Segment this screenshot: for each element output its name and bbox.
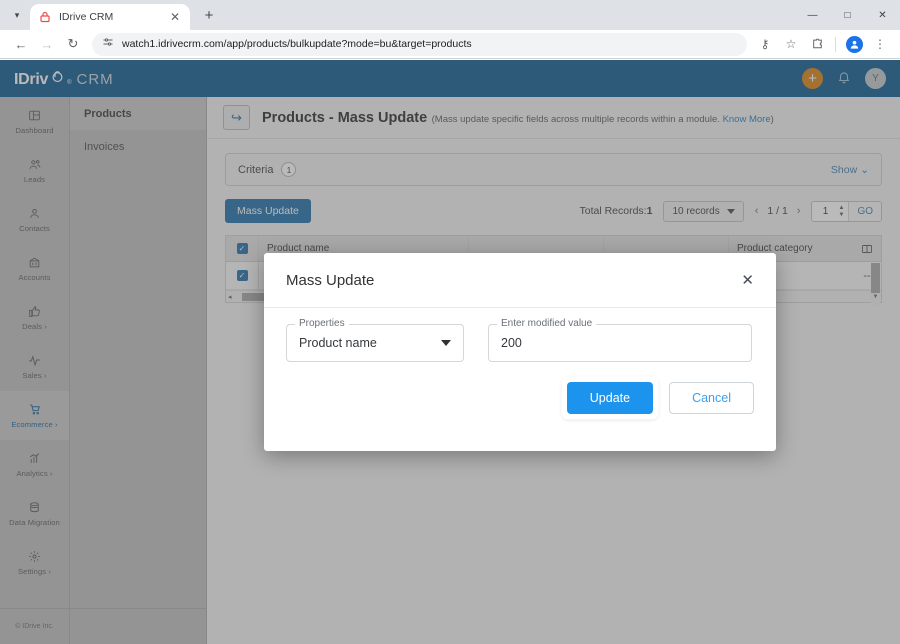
mass-update-dialog: Mass Update ✕ Properties Product name En… [264,253,776,451]
browser-back-icon[interactable]: ← [8,32,34,56]
tab-list-chevron-down-icon[interactable]: ▾ [4,2,30,28]
caret-down-icon [441,340,451,346]
dialog-header: Mass Update ✕ [264,253,776,308]
window-controls: — □ ✕ [795,0,900,30]
properties-select[interactable]: Product name [286,324,464,362]
dialog-body: Properties Product name Enter modified v… [264,308,776,362]
omnibox[interactable]: watch1.idrivecrm.com/app/products/bulkup… [92,33,747,56]
new-tab-plus-icon[interactable]: + [196,2,222,28]
window-minimize-button[interactable]: — [795,0,830,30]
close-icon[interactable]: ✕ [741,273,754,288]
browser-tab[interactable]: IDrive CRM ✕ [30,4,190,30]
tab-close-icon[interactable]: ✕ [168,11,182,23]
key-icon[interactable]: ⚷ [753,32,777,56]
properties-legend: Properties [295,318,349,329]
kebab-menu-icon[interactable]: ⋮ [868,32,892,56]
site-settings-tune-icon[interactable] [102,35,114,53]
browser-reload-icon[interactable]: ↻ [60,32,86,56]
properties-field: Properties Product name [286,324,464,362]
browser-forward-icon[interactable]: → [34,32,60,56]
window-maximize-button[interactable]: □ [830,0,865,30]
modified-value-field: Enter modified value 200 [488,324,752,362]
star-icon[interactable]: ☆ [779,32,803,56]
profile-avatar-icon[interactable] [842,32,866,56]
puzzle-icon[interactable] [805,32,829,56]
modified-value-text: 200 [501,336,522,350]
dialog-actions: Update Cancel [264,362,776,418]
update-button-focus-ring: Update [563,378,657,418]
window-close-button[interactable]: ✕ [865,0,900,30]
crm-application: IDriv ® CRM + Y [0,60,900,644]
update-button[interactable]: Update [567,382,653,414]
omnibox-url-text: watch1.idrivecrm.com/app/products/bulkup… [122,38,472,50]
modified-value-legend: Enter modified value [497,318,596,329]
browser-toolbar-actions: ⚷ ☆ ⋮ [753,32,892,56]
modified-value-box[interactable]: 200 [488,324,752,362]
lock-favicon [38,10,52,24]
toolbar-divider [835,37,836,52]
browser-tab-strip: ▾ IDrive CRM ✕ + — □ ✕ [0,0,900,30]
dialog-title: Mass Update [286,272,374,289]
browser-toolbar: ← → ↻ watch1.idrivecrm.com/app/products/… [0,30,900,59]
properties-value: Product name [299,336,377,350]
browser-tab-title: IDrive CRM [59,11,161,23]
cancel-button[interactable]: Cancel [669,382,754,414]
